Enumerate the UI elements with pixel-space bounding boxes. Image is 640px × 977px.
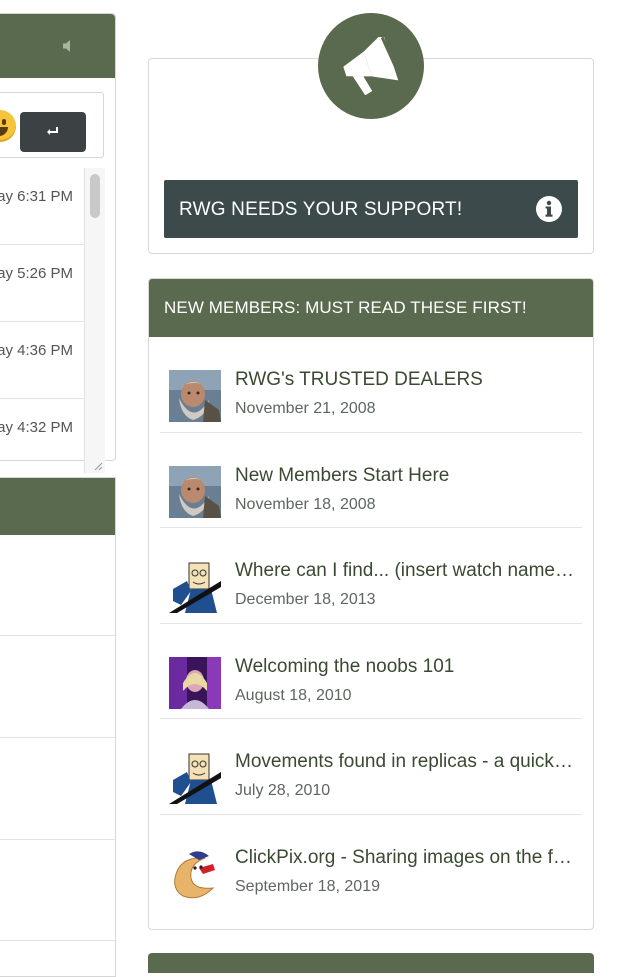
chat-timestamp: ay 4:32 PM: [0, 419, 73, 436]
enter-arrow-icon: [47, 127, 58, 135]
topic-item: Welcoming the noobs 101 August 18, 2010: [160, 624, 582, 719]
topic-title-link[interactable]: RWG's TRUSTED DEALERS: [235, 369, 577, 391]
chat-input-row[interactable]: [0, 92, 104, 158]
topic-date: August 18, 2010: [235, 686, 352, 704]
topic-item: ClickPix.org - Sharing images on the for…: [160, 815, 582, 911]
topic-list: RWG's TRUSTED DEALERS November 21, 2008 …: [160, 337, 582, 910]
chatbox-widget: ay 6:31 PM ay 5:26 PM ay 4:36 PM ay 4:32…: [0, 13, 116, 473]
chat-scrollbar[interactable]: [85, 168, 105, 473]
new-members-header: NEW MEMBERS: MUST READ THESE FIRST!: [149, 279, 593, 337]
chat-timestamp: ay 5:26 PM: [0, 265, 73, 282]
send-message-button[interactable]: [20, 112, 86, 152]
left-widget-secondary: [0, 477, 116, 977]
purple-photo-avatar[interactable]: [169, 656, 221, 709]
chat-message-row: ay 4:32 PM: [0, 399, 84, 473]
megaphone-icon: [343, 37, 402, 95]
megaphone-badge: [318, 13, 424, 119]
topic-item: RWG's TRUSTED DEALERS November 21, 2008: [160, 337, 582, 433]
chat-message-log: ay 6:31 PM ay 5:26 PM ay 4:36 PM ay 4:32…: [0, 168, 85, 473]
chat-message-row: ay 6:31 PM: [0, 168, 84, 245]
new-members-title: NEW MEMBERS: MUST READ THESE FIRST!: [164, 298, 527, 317]
chat-timestamp: ay 4:36 PM: [0, 342, 73, 359]
topic-date: December 18, 2013: [235, 591, 376, 608]
topic-date: July 28, 2010: [235, 782, 331, 799]
resize-grip-icon[interactable]: [93, 461, 103, 471]
cartoon-face-avatar[interactable]: [169, 752, 221, 804]
chat-message-row: ay 4:36 PM: [0, 322, 84, 399]
croissant-mascot-avatar[interactable]: [169, 847, 221, 900]
topic-date: November 18, 2008: [235, 495, 376, 513]
info-icon: [536, 196, 562, 222]
topic-title-link[interactable]: ClickPix.org - Sharing images on the for…: [235, 847, 577, 869]
topic-item: New Members Start Here November 18, 2008: [160, 433, 582, 528]
topic-title-link[interactable]: Where can I find... (insert watch name h…: [235, 560, 577, 582]
chat-scroll-thumb[interactable]: [90, 174, 100, 218]
row-divider: [0, 839, 115, 840]
topic-title-link[interactable]: Welcoming the noobs 101: [235, 656, 577, 678]
row-divider: [0, 635, 115, 636]
topic-item: Where can I find... (insert watch name h…: [160, 528, 582, 624]
topic-date: September 18, 2019: [235, 877, 380, 895]
support-button-label: RWG NEEDS YOUR SUPPORT!: [179, 199, 463, 220]
topic-title-link[interactable]: New Members Start Here: [235, 465, 577, 487]
left-widget-header: [0, 478, 115, 535]
emoji-icon[interactable]: [0, 110, 16, 142]
cartoon-face-avatar[interactable]: [169, 561, 221, 613]
topic-item: Movements found in replicas - a quick gu…: [160, 719, 582, 815]
support-rwg-button[interactable]: RWG NEEDS YOUR SUPPORT!: [164, 180, 578, 238]
chatbox-header: [0, 14, 115, 78]
bearded-man-avatar[interactable]: [169, 370, 221, 422]
next-widget-header: [148, 953, 594, 973]
row-divider: [0, 737, 115, 738]
row-divider: [0, 940, 115, 941]
left-column: ay 6:31 PM ay 5:26 PM ay 4:36 PM ay 4:32…: [0, 0, 117, 977]
speaker-mute-icon[interactable]: [61, 38, 77, 54]
chat-message-row: ay 5:26 PM: [0, 245, 84, 322]
bearded-man-avatar[interactable]: [169, 465, 221, 518]
chat-timestamp: ay 6:31 PM: [0, 188, 73, 205]
topic-date: November 21, 2008: [235, 400, 376, 417]
topic-title-link[interactable]: Movements found in replicas - a quick gu…: [235, 751, 577, 773]
new-members-panel: NEW MEMBERS: MUST READ THESE FIRST! RWG'…: [148, 278, 594, 930]
